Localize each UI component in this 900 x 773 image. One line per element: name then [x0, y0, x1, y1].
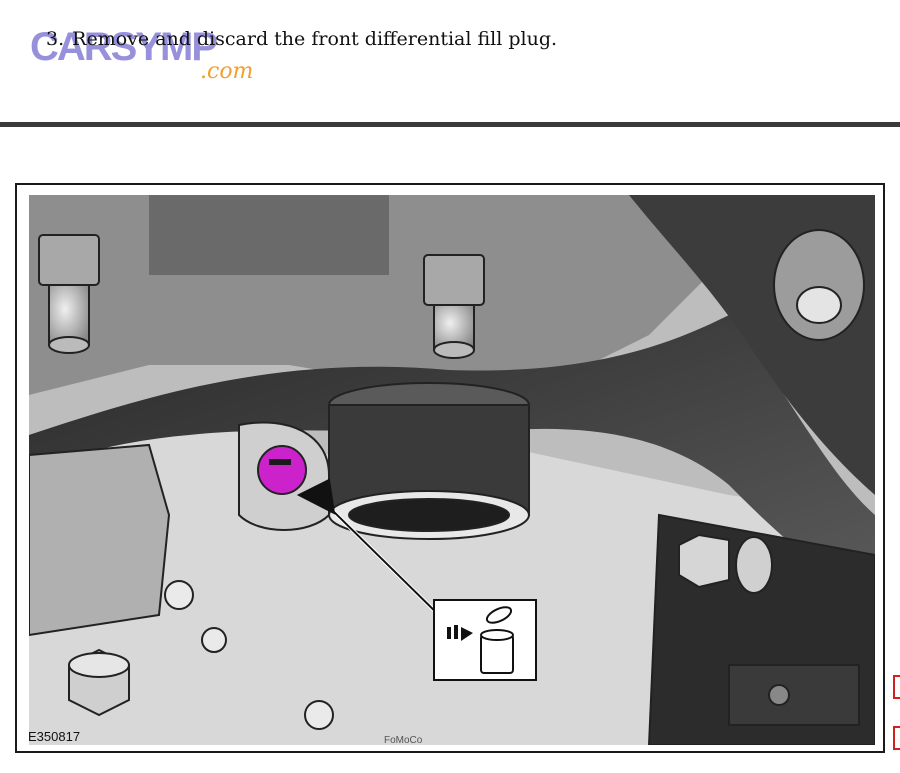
differential-illustration: FoMoCo	[29, 195, 875, 745]
svg-text:FoMoCo: FoMoCo	[384, 735, 423, 745]
figure-id-label: E350817	[28, 729, 81, 744]
svg-text:.com: .com	[200, 59, 253, 84]
edge-marker-top	[893, 675, 900, 699]
fill-plug-icon	[257, 445, 307, 495]
step-text: Remove and discard the front differentia…	[72, 28, 558, 50]
section-divider	[0, 122, 900, 127]
discard-callout	[433, 599, 537, 681]
step-number: 3.	[46, 28, 65, 50]
step-instruction: 3. Remove and discard the front different…	[46, 28, 557, 50]
illustration-frame: FoMoCo	[15, 183, 885, 753]
edge-marker-bottom	[893, 726, 900, 750]
